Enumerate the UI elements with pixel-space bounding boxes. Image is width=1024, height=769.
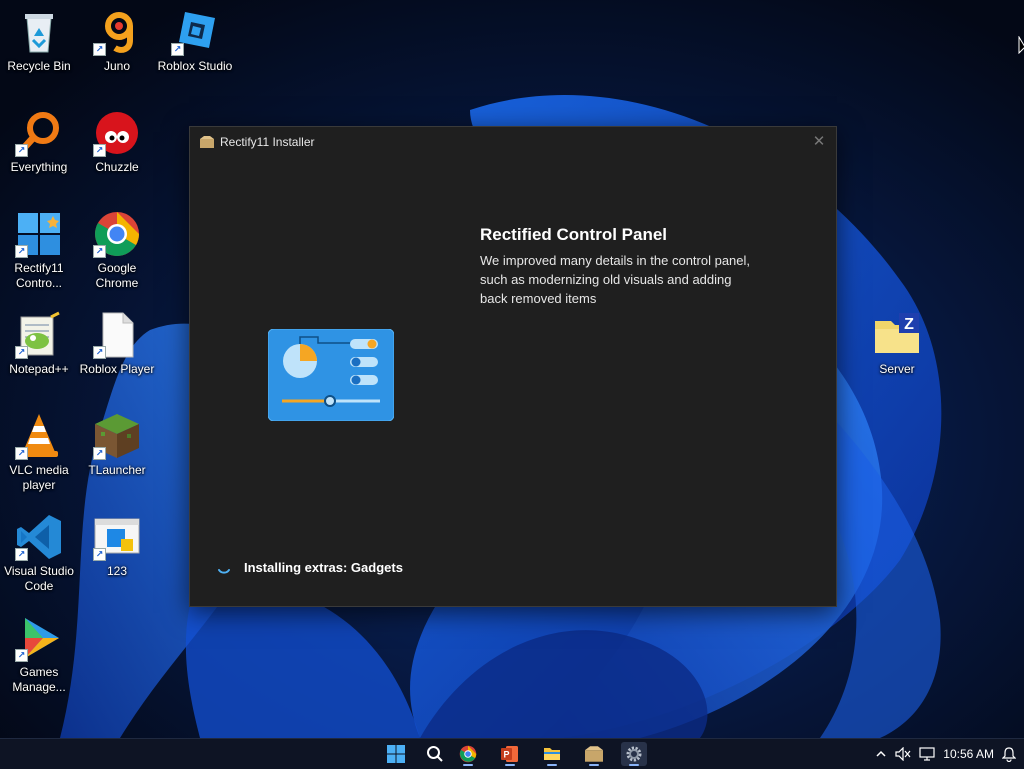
control-panel-icon [267,328,395,422]
desktop-icon-label: Notepad++ [9,362,69,376]
desktop-icon-label: Google Chrome [95,261,139,290]
svg-text:Z: Z [904,316,914,333]
server-folder-icon: Z [875,313,919,353]
desktop-icon-label: Recycle Bin [7,59,71,73]
shortcut-arrow-icon: ↗ [93,245,106,258]
shortcut-arrow-icon: ↗ [15,649,28,662]
control-panel-illustration [267,328,395,426]
desktop-icon-label: Roblox Studio [157,59,233,73]
installer-app-icon [200,136,214,148]
installer-app-icon [585,746,603,762]
install-status-text: Installing extras: Gadgets [244,560,403,575]
desktop-icon-label: Juno [103,59,131,73]
search-button[interactable] [422,742,448,766]
desktop-icon-label: Roblox Player [79,362,155,376]
clock-time[interactable]: 10:56 AM [943,747,994,761]
desktop-icon-label: Visual Studio Code [4,564,74,593]
loading-spinner-icon [218,569,230,574]
chrome-icon [459,745,477,763]
shortcut-arrow-icon: ↗ [15,447,28,460]
shortcut-arrow-icon: ↗ [15,144,28,157]
network-icon[interactable] [919,747,935,761]
shortcut-arrow-icon: ↗ [93,447,106,460]
desktop-icon-label: Server [879,362,915,376]
desktop-icon-label: Everything [10,160,68,174]
svg-text:P: P [503,750,509,760]
shortcut-arrow-icon: ↗ [15,245,28,258]
desktop: Recycle Bin ↗ Juno ↗ Roblox Studio ↗ Eve… [0,0,1024,738]
tray-overflow-chevron-icon[interactable] [875,749,887,759]
desktop-icon-label: Games Manage... [12,665,66,694]
mouse-cursor-icon [1018,36,1024,54]
shortcut-arrow-icon: ↗ [15,346,28,359]
taskbar-chrome[interactable] [455,742,481,766]
volume-muted-icon[interactable] [895,747,911,761]
desktop-icon-everything[interactable]: ↗ Everything [0,109,78,175]
shortcut-arrow-icon: ↗ [171,43,184,56]
desktop-icon-tlauncher[interactable]: ↗ TLauncher [78,412,156,478]
folder-icon [544,748,560,760]
desktop-icon-label: VLC media player [9,463,69,492]
taskbar: P 10:56 AM [0,738,1024,769]
desktop-icon-rectify11-control[interactable]: ↗ Rectify11 Contro... [0,210,78,291]
desktop-icon-chuzzle[interactable]: ↗ Chuzzle [78,109,156,175]
taskbar-powerpoint[interactable]: P [497,742,523,766]
search-icon [427,746,443,762]
system-tray: 10:56 AM [875,739,1024,769]
close-button[interactable]: ✕ [810,133,828,151]
desktop-icon-vscode[interactable]: ↗ Visual Studio Code [0,513,78,594]
desktop-icon-server[interactable]: Z Server [858,311,936,377]
desktop-icon-label: TLauncher [88,463,146,477]
shortcut-arrow-icon: ↗ [93,43,106,56]
shortcut-arrow-icon: ↗ [93,346,106,359]
shortcut-arrow-icon: ↗ [15,548,28,561]
desktop-icon-label: Chuzzle [95,160,139,174]
installer-window[interactable]: Rectify11 Installer ✕ Rectified Control … [189,126,837,607]
desktop-icon-games-manager[interactable]: ↗ Games Manage... [0,614,78,695]
shortcut-arrow-icon: ↗ [93,144,106,157]
start-button[interactable] [383,742,409,766]
desktop-icon-google-chrome[interactable]: ↗ Google Chrome [78,210,156,291]
desktop-icon-recycle-bin[interactable]: Recycle Bin [0,8,78,74]
feature-description: We improved many details in the control … [480,253,751,306]
desktop-icon-123[interactable]: ↗ 123 [78,513,156,579]
desktop-icon-vlc[interactable]: ↗ VLC media player [0,412,78,493]
recycle-bin-icon [25,14,53,53]
powerpoint-icon: P [501,746,518,762]
title-bar[interactable]: Rectify11 Installer [190,127,836,157]
taskbar-settings[interactable] [621,742,647,766]
feature-title: Rectified Control Panel [480,225,668,244]
notification-bell-icon[interactable] [1002,746,1016,762]
desktop-icon-notepadpp[interactable]: ↗ Notepad++ [0,311,78,377]
settings-gear-icon [626,746,642,762]
desktop-icon-roblox-studio[interactable]: ↗ Roblox Studio [155,8,235,74]
desktop-icon-label: 123 [106,564,128,578]
taskbar-file-explorer[interactable] [539,742,565,766]
taskbar-rectify11-installer[interactable] [581,742,607,766]
windows-start-icon [387,745,405,763]
desktop-icon-label: Rectify11 Contro... [14,261,64,290]
shortcut-arrow-icon: ↗ [93,548,106,561]
desktop-icon-juno[interactable]: ↗ Juno [78,8,156,74]
window-title: Rectify11 Installer [220,135,315,149]
desktop-icon-roblox-player[interactable]: ↗ Roblox Player [78,311,156,377]
